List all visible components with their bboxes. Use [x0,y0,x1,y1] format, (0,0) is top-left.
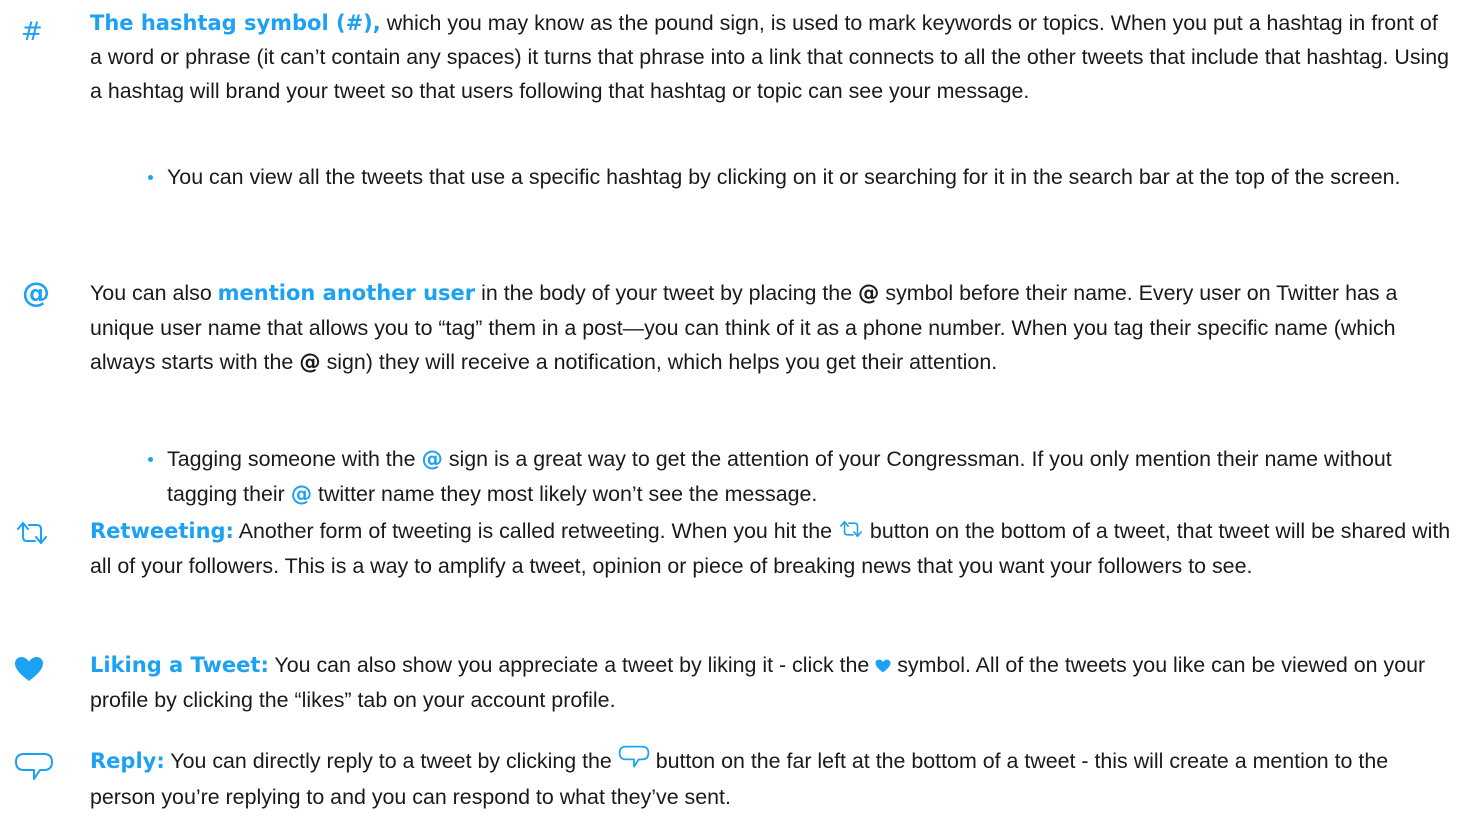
mention-paragraph: You can also mention another user in the… [90,281,1398,375]
like-paragraph: Liking a Tweet: You can also show you ap… [90,648,1452,717]
mention-bullet: Tagging someone with the @ sign is a gre… [148,442,1457,512]
hashtag-icon: # [21,17,43,47]
mention-bullet-text: Tagging someone with the @ sign is a gre… [167,447,1392,507]
like-heading: Liking a Tweet: [90,653,269,677]
reply-bubble-icon [618,744,650,780]
hashtag-heading: The hashtag symbol (#), [90,11,381,35]
bullet-dot [148,457,153,462]
heart-icon [14,652,54,686]
hashtag-bullet-text: You can view all the tweets that use a s… [167,165,1401,189]
reply-paragraph: Reply: You can directly reply to a tweet… [90,744,1452,814]
retweet-heading: Retweeting: [90,519,234,543]
reply-heading: Reply: [90,749,165,773]
retweet-paragraph: Retweeting: Another form of tweeting is … [90,514,1452,583]
bullet-dot [148,175,153,180]
reply-bubble-icon [14,750,54,784]
retweet-icon [838,515,864,549]
at-sign-icon: @ [22,276,50,309]
retweet-icon [14,516,54,550]
mention-heading: mention another user [217,281,476,305]
document-page: # The hashtag symbol (#), which you may … [0,0,1468,823]
heart-icon [875,649,891,683]
hashtag-paragraph: The hashtag symbol (#), which you may kn… [90,6,1452,108]
hashtag-bullet: You can view all the tweets that use a s… [148,160,1457,194]
